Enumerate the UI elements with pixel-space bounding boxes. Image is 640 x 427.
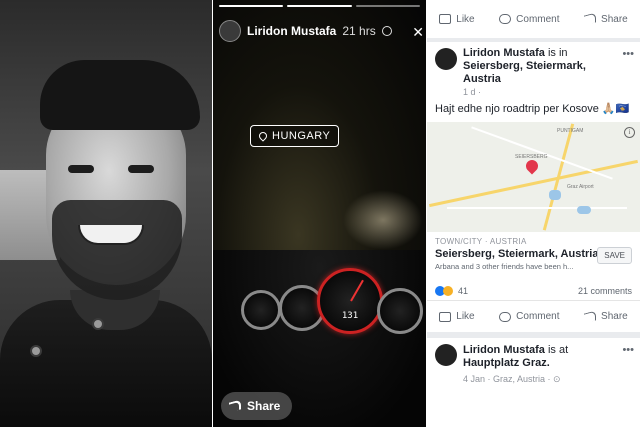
like-label: Like bbox=[456, 13, 475, 25]
map-pin-icon bbox=[523, 157, 541, 175]
location-map[interactable]: PUNTIGAM SEIERSBERG Graz Airport i bbox=[427, 122, 640, 232]
location-sticker-label: HUNGARY bbox=[272, 130, 331, 142]
post-is-in: is in bbox=[547, 47, 568, 59]
reactions[interactable]: 41 bbox=[435, 286, 468, 296]
post-place-link[interactable]: Hauptplatz Graz. bbox=[463, 357, 550, 369]
jacket-snap bbox=[92, 318, 104, 330]
comment-count[interactable]: 21 comments bbox=[578, 286, 632, 296]
story-header: Liridon Mustafa 21 hrs bbox=[219, 20, 392, 42]
previous-post-actions: Like Comment Share bbox=[427, 0, 640, 38]
post-is-at: is at bbox=[547, 344, 569, 356]
post-meta: 4 Jan · Graz, Austria · ⊙ bbox=[463, 374, 561, 384]
facebook-feed: Like Comment Share Liridon Mustafa is in… bbox=[427, 0, 640, 427]
map-lake bbox=[549, 190, 561, 200]
share-arrow-icon bbox=[229, 399, 241, 413]
speedometer: 131 bbox=[317, 268, 383, 334]
share-label: Share bbox=[601, 311, 628, 322]
thumbs-up-icon bbox=[439, 311, 452, 322]
post-header: Liridon Mustafa is at Hauptplatz Graz. 4… bbox=[463, 344, 620, 386]
headlight-glow bbox=[343, 190, 423, 250]
selfie-photo bbox=[0, 0, 212, 427]
map-road bbox=[447, 207, 627, 209]
avatar[interactable] bbox=[435, 48, 457, 70]
reaction-count: 41 bbox=[458, 286, 469, 296]
instagram-story[interactable]: Liridon Mustafa 21 hrs ✕ HUNGARY 131 Sha… bbox=[213, 0, 426, 427]
post-text: Hajt edhe njo roadtrip per Kosove 🙏🏼🇽🇰 bbox=[435, 103, 630, 115]
save-button[interactable]: SAVE bbox=[597, 247, 632, 264]
smile bbox=[78, 225, 144, 245]
post-author[interactable]: Liridon Mustafa bbox=[463, 344, 545, 356]
globe-icon bbox=[381, 26, 392, 36]
share-button[interactable]: Share bbox=[584, 12, 628, 26]
beard bbox=[52, 200, 182, 300]
map-road bbox=[471, 126, 613, 180]
more-options-icon[interactable]: ••• bbox=[622, 48, 634, 60]
like-button[interactable]: Like bbox=[439, 13, 475, 25]
comment-icon bbox=[499, 311, 512, 322]
share-button[interactable]: Share bbox=[584, 309, 628, 324]
feed-post: Liridon Mustafa is in Seiersberg, Steier… bbox=[427, 42, 640, 332]
post-place-link[interactable]: Seiersberg, Steiermark, Austria bbox=[463, 60, 586, 85]
post-meta: 1 d · bbox=[463, 87, 482, 97]
story-progress-bar bbox=[219, 5, 420, 7]
map-label: Graz Airport bbox=[567, 184, 594, 190]
comment-label: Comment bbox=[516, 13, 560, 25]
location-sticker[interactable]: HUNGARY bbox=[250, 125, 340, 147]
story-share-button[interactable]: Share bbox=[221, 392, 293, 420]
info-icon[interactable]: i bbox=[624, 127, 635, 138]
share-icon bbox=[584, 12, 597, 26]
comment-icon bbox=[499, 14, 512, 24]
comment-label: Comment bbox=[516, 311, 560, 322]
story-user-name[interactable]: Liridon Mustafa bbox=[247, 24, 336, 38]
place-category: TOWN/CITY · AUSTRIA bbox=[435, 237, 527, 246]
eye bbox=[68, 165, 94, 173]
like-label: Like bbox=[456, 311, 475, 322]
map-lake bbox=[577, 206, 591, 214]
location-pin-icon bbox=[257, 130, 269, 142]
avatar[interactable] bbox=[435, 344, 457, 366]
comment-button[interactable]: Comment bbox=[499, 311, 560, 322]
eye bbox=[128, 165, 154, 173]
more-options-icon[interactable]: ••• bbox=[622, 344, 634, 356]
map-label: PUNTIGAM bbox=[557, 128, 584, 134]
post-header: Liridon Mustafa is in Seiersberg, Steier… bbox=[463, 47, 620, 99]
share-label: Share bbox=[601, 13, 628, 25]
hair bbox=[40, 60, 200, 130]
tachometer bbox=[377, 288, 423, 334]
story-time: 21 hrs bbox=[342, 24, 376, 38]
story-share-label: Share bbox=[247, 399, 281, 413]
speed-readout: 131 bbox=[341, 311, 359, 321]
thumbs-up-icon bbox=[439, 14, 452, 24]
post-author[interactable]: Liridon Mustafa bbox=[463, 47, 545, 59]
feed-post: Liridon Mustafa is at Hauptplatz Graz. 4… bbox=[427, 338, 640, 427]
wow-reaction-icon bbox=[443, 286, 453, 296]
post-actions: Like Comment Share bbox=[427, 300, 640, 332]
jacket-snap bbox=[30, 345, 42, 357]
share-icon bbox=[584, 309, 597, 324]
close-icon[interactable]: ✕ bbox=[412, 24, 424, 41]
speedometer-needle bbox=[350, 279, 364, 302]
place-friends: Arbana and 3 other friends have been h..… bbox=[435, 262, 574, 271]
avatar[interactable] bbox=[219, 20, 241, 42]
like-button[interactable]: Like bbox=[439, 311, 475, 322]
fuel-gauge bbox=[241, 290, 281, 330]
place-card[interactable]: TOWN/CITY · AUSTRIA Seiersberg, Steierma… bbox=[427, 232, 640, 274]
comment-button[interactable]: Comment bbox=[499, 13, 560, 25]
